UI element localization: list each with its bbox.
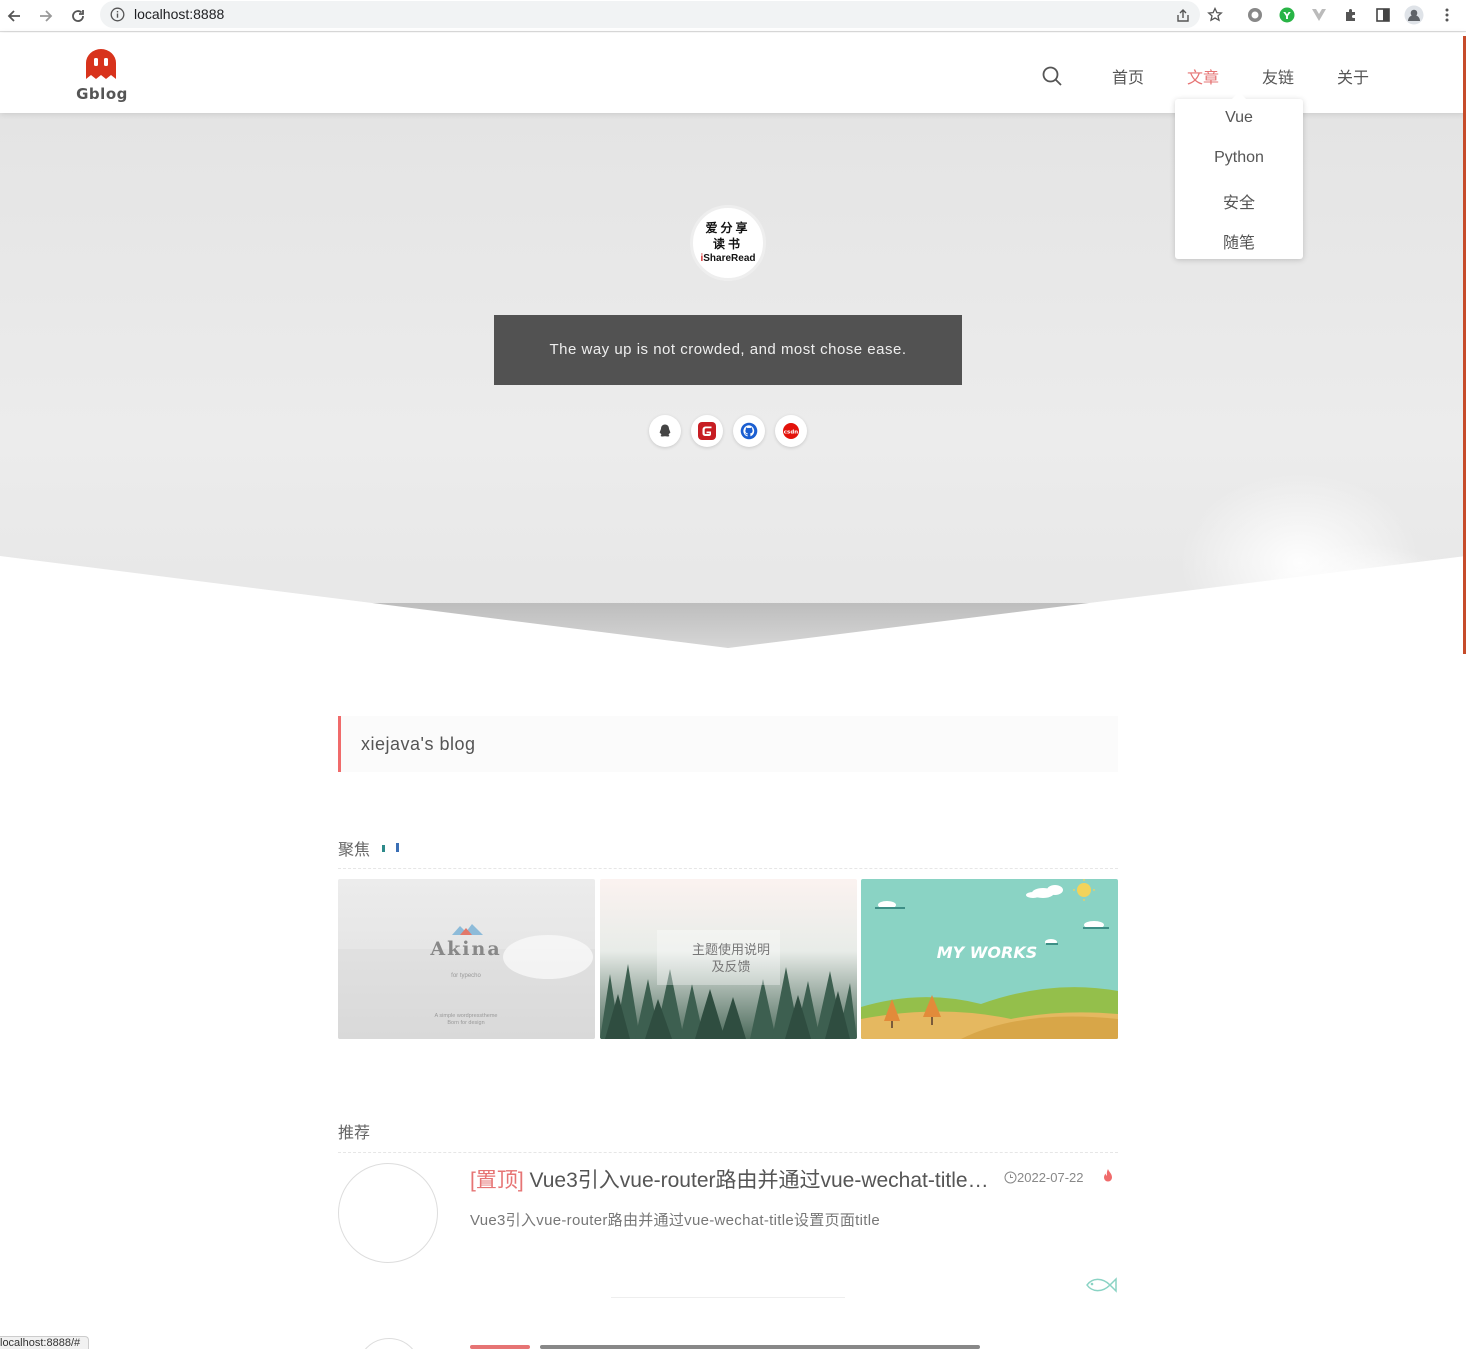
post-excerpt: Vue3引入vue-router路由并通过vue-wechat-title设置页… [470,1212,881,1229]
focus-divider [338,868,1118,869]
guide-title2: 及反馈 [711,959,750,974]
share-icon[interactable] [1173,6,1193,26]
site-logo[interactable]: Gblog [76,47,128,107]
forest-card-image: 主题使用说明 及反馈 [600,879,857,1039]
status-bar-url: localhost:8888/# [0,1336,90,1349]
post-thumbnail[interactable] [338,1163,438,1263]
gitee-icon[interactable] [691,415,723,447]
focus-card-akina[interactable]: Akina for typecho A simple wordpressthem… [338,879,595,1039]
browser-menu-icon[interactable] [1437,5,1457,25]
akina-sub3: Born for design [447,1020,484,1026]
fish-icon[interactable] [1084,1275,1118,1295]
avatar-text-line3: iShareRead [700,252,755,266]
recommend-divider [338,1152,1118,1153]
post-date-text: 2022-07-22 [1017,1170,1084,1185]
github-icon[interactable] [733,415,765,447]
post-date: 2022-07-22 [1004,1170,1084,1185]
extension-vue-icon[interactable] [1309,5,1329,25]
post-title-text: Vue3引入vue-router路由并通过vue-wechat-title设置页… [529,1169,1002,1192]
csdn-icon[interactable]: csdn [775,415,807,447]
side-panel-icon[interactable] [1373,5,1393,25]
nav-links[interactable]: 友链 [1262,64,1294,88]
focus-bar-1 [382,845,385,852]
post2-title-partial [540,1345,980,1349]
avatar-text-shareread: ShareRead [703,253,756,264]
post-thumbnail-2[interactable] [357,1338,421,1349]
focus-bar-2 [396,843,399,852]
nav-articles[interactable]: 文章 [1187,64,1219,88]
fire-icon [1101,1168,1115,1184]
focus-section-title: 聚焦 [338,842,371,859]
post2-sticky-partial [470,1345,530,1349]
focus-card-guide[interactable]: 主题使用说明 及反馈 [600,879,857,1039]
search-icon[interactable] [1041,65,1063,87]
dropdown-item-vue[interactable]: Vue [1175,109,1303,127]
back-arrow-icon[interactable] [2,4,26,28]
forward-arrow-icon[interactable] [34,4,58,28]
csdn-text: csdn [784,429,798,435]
dropdown-item-security[interactable]: 安全 [1175,189,1303,213]
browser-toolbar: localhost:8888 Y [0,0,1466,32]
focus-card-myworks[interactable]: MY WORKS [861,879,1118,1039]
akina-sub1: for typecho [451,973,481,979]
info-icon[interactable] [110,7,125,22]
sticky-badge: [置顶] [470,1169,524,1192]
motto-banner: The way up is not crowded, and most chos… [494,315,962,385]
akina-title: Akina [429,938,501,960]
address-bar[interactable]: localhost:8888 [100,1,1200,28]
guide-title: 主题使用说明 [692,942,770,957]
nav-about[interactable]: 关于 [1337,64,1369,88]
akina-sub2: A simple wordpresstheme [435,1013,498,1019]
post-title[interactable]: [置顶] Vue3引入vue-router路由并通过vue-wechat-tit… [470,1164,1002,1194]
extensions-puzzle-icon[interactable] [1341,5,1361,25]
articles-dropdown: Vue Python 安全 随笔 [1175,92,1303,259]
avatar-text-line2: 读书 [712,237,743,251]
logo-text: Gblog [76,85,128,103]
qq-icon[interactable] [649,415,681,447]
extension-record-icon[interactable] [1245,5,1265,25]
clock-icon [1004,1171,1017,1184]
myworks-title: MY WORKS [937,943,1038,962]
author-avatar[interactable]: 爱分享 读书 iShareRead [690,205,766,281]
akina-card-image: Akina for typecho A simple wordpressthem… [338,879,595,1039]
reload-icon[interactable] [66,4,90,28]
recommend-section-title: 推荐 [338,1125,371,1142]
ghost-logo-icon [86,49,116,79]
extension-green-icon[interactable]: Y [1277,5,1297,25]
star-icon[interactable] [1205,5,1225,25]
dropdown-item-essays[interactable]: 随笔 [1175,229,1303,253]
myworks-card-image: MY WORKS [861,879,1118,1039]
svg-text:Y: Y [1282,11,1291,22]
dropdown-item-python[interactable]: Python [1175,149,1303,167]
post-divider [611,1297,845,1298]
nav-home[interactable]: 首页 [1112,64,1144,88]
url-text: localhost:8888 [134,6,225,22]
avatar-text-line1: 爱分享 [705,221,751,235]
post-title-2-partial[interactable] [470,1340,1002,1349]
dropdown-arrow [1232,92,1246,99]
blog-notice: xiejava's blog [338,716,1118,772]
profile-avatar-icon[interactable] [1404,5,1424,25]
